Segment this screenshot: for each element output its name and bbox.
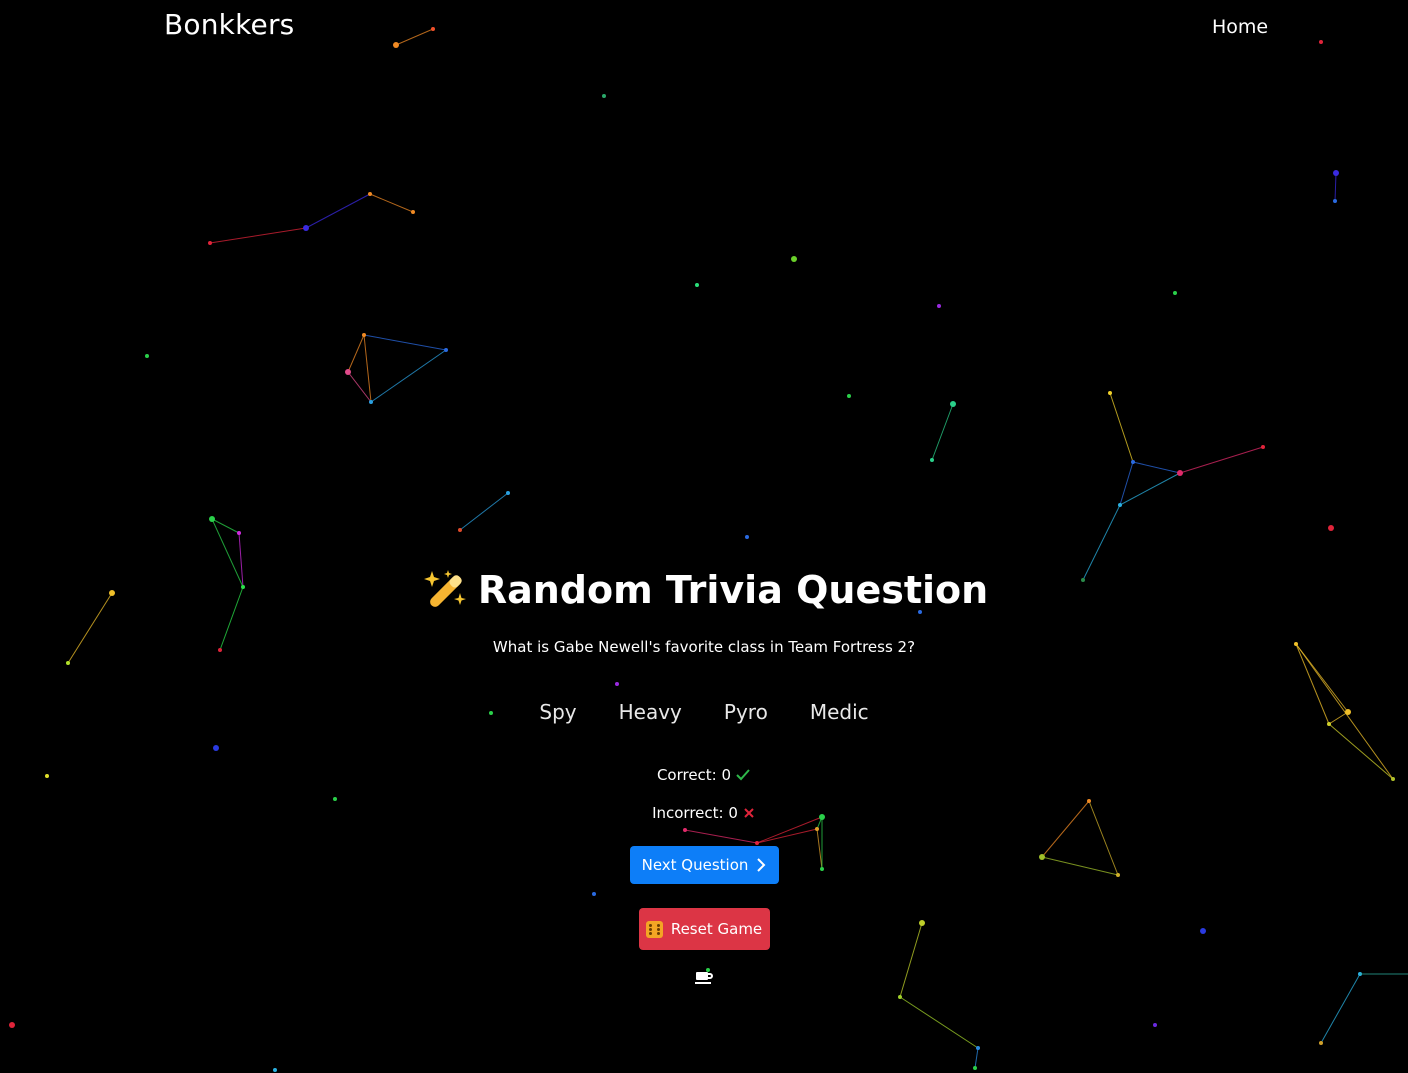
particle-dot bbox=[1108, 391, 1112, 395]
particle-dot bbox=[362, 333, 366, 337]
particle-dot bbox=[1261, 445, 1265, 449]
particle-link bbox=[370, 349, 447, 403]
particle-link bbox=[931, 403, 954, 461]
particle-dot bbox=[368, 192, 372, 196]
particle-dot bbox=[209, 516, 215, 522]
particle-link bbox=[459, 492, 509, 531]
particle-link bbox=[974, 1047, 979, 1069]
particle-dot bbox=[1153, 1023, 1157, 1027]
answer-option-heavy[interactable]: Heavy bbox=[619, 700, 682, 724]
particle-dot bbox=[9, 1022, 15, 1028]
checkmark-icon bbox=[736, 769, 750, 781]
particle-dot bbox=[950, 401, 956, 407]
particle-dot bbox=[847, 394, 851, 398]
particle-dot bbox=[303, 225, 309, 231]
answer-list: Spy Heavy Pyro Medic bbox=[0, 700, 1408, 724]
question-text: What is Gabe Newell's favorite class in … bbox=[492, 638, 916, 656]
correct-score: Correct: 0 bbox=[0, 766, 1408, 784]
particle-dot bbox=[1131, 460, 1135, 464]
particle-dot bbox=[791, 256, 797, 262]
trivia-section: Random Trivia Question What is Gabe Newe… bbox=[0, 560, 1408, 986]
particle-dot bbox=[273, 1068, 277, 1072]
particle-link bbox=[209, 227, 307, 244]
particle-dot bbox=[937, 304, 941, 308]
next-question-button[interactable]: Next Question bbox=[629, 846, 779, 884]
particle-link bbox=[363, 334, 372, 403]
answer-option-spy[interactable]: Spy bbox=[539, 700, 576, 724]
particle-dot bbox=[930, 458, 934, 462]
particle-dot bbox=[345, 369, 351, 375]
particle-dot bbox=[1333, 170, 1339, 176]
page-title: Random Trivia Question bbox=[0, 560, 1408, 620]
nav-link-home[interactable]: Home bbox=[1212, 16, 1268, 38]
particle-dot bbox=[602, 94, 606, 98]
particle-dot bbox=[458, 528, 462, 532]
particle-dot bbox=[1177, 470, 1183, 476]
particle-link bbox=[1334, 172, 1337, 202]
brand-logo[interactable]: Bonkkers bbox=[164, 8, 294, 41]
x-mark-icon bbox=[744, 808, 754, 818]
particle-dot bbox=[976, 1046, 980, 1050]
particle-link bbox=[369, 193, 414, 213]
particle-dot bbox=[1173, 291, 1177, 295]
navbar: Bonkkers Home bbox=[0, 0, 1408, 56]
particle-dot bbox=[444, 348, 448, 352]
particle-dot bbox=[1328, 525, 1334, 531]
chevron-right-icon bbox=[757, 858, 766, 872]
answer-option-medic[interactable]: Medic bbox=[810, 700, 869, 724]
reset-game-button[interactable]: Reset Game bbox=[638, 908, 770, 950]
particle-dot bbox=[145, 354, 149, 358]
particle-dot bbox=[506, 491, 510, 495]
particle-link bbox=[1109, 392, 1134, 463]
coffee-cup-icon[interactable] bbox=[694, 970, 714, 986]
magic-wand-icon bbox=[423, 570, 466, 607]
particle-dot bbox=[237, 531, 241, 535]
particle-dot bbox=[208, 241, 212, 245]
title-text: Random Trivia Question bbox=[477, 568, 989, 612]
particle-dot bbox=[411, 210, 415, 214]
particle-link bbox=[347, 334, 365, 373]
particle-dot bbox=[1118, 503, 1122, 507]
particle-link bbox=[899, 996, 979, 1049]
particle-link bbox=[1119, 472, 1181, 506]
particle-link bbox=[347, 371, 372, 403]
particle-dot bbox=[745, 535, 749, 539]
particle-dot bbox=[1319, 1041, 1323, 1045]
dice-icon bbox=[645, 920, 663, 938]
correct-score-label: Correct: 0 bbox=[656, 766, 732, 784]
particle-dot bbox=[973, 1066, 977, 1070]
particle-dot bbox=[898, 995, 902, 999]
particle-dot bbox=[369, 400, 373, 404]
answer-option-pyro[interactable]: Pyro bbox=[724, 700, 768, 724]
particle-dot bbox=[695, 283, 699, 287]
particle-link bbox=[1132, 461, 1181, 474]
particle-link bbox=[305, 193, 371, 229]
particle-link bbox=[363, 334, 447, 351]
incorrect-score: Incorrect: 0 bbox=[0, 804, 1408, 822]
incorrect-score-label: Incorrect: 0 bbox=[652, 804, 738, 822]
reset-game-label: Reset Game bbox=[670, 920, 763, 938]
particle-link bbox=[211, 518, 240, 534]
particle-dot bbox=[1333, 199, 1337, 203]
next-question-label: Next Question bbox=[641, 856, 749, 874]
particle-link bbox=[1179, 446, 1264, 474]
